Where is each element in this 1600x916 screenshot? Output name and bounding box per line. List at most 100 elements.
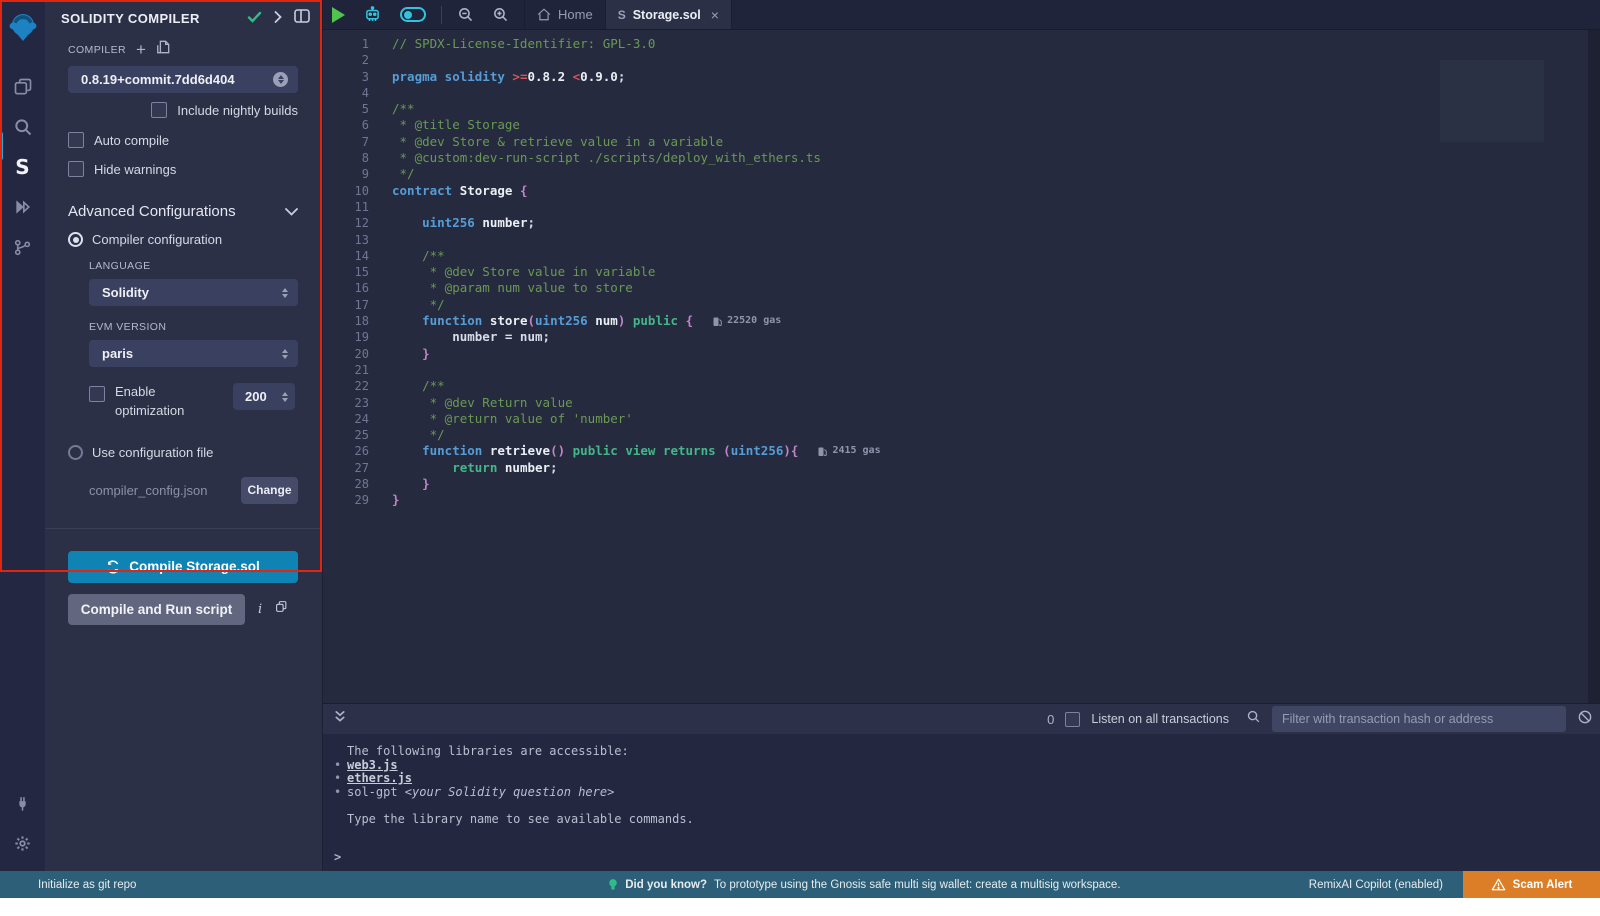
terminal-line: [334, 799, 1600, 813]
solidity-compiler-icon[interactable]: S: [0, 147, 45, 187]
transaction-filter-input[interactable]: [1272, 706, 1566, 732]
code-line[interactable]: 3pragma solidity >=0.8.2 <0.9.0;: [323, 69, 1600, 85]
hide-warnings-checkbox[interactable]: [68, 161, 84, 177]
remix-ide-screen: S: [0, 0, 1600, 916]
include-nightly-checkbox[interactable]: [151, 102, 167, 118]
compiler-version-select[interactable]: 0.8.19+commit.7dd6d404: [68, 66, 298, 93]
compile-button[interactable]: Compile Storage.sol: [68, 551, 298, 583]
code-line[interactable]: 9 */: [323, 166, 1600, 182]
compiler-configuration-radio[interactable]: [68, 232, 83, 247]
info-icon[interactable]: i: [258, 602, 262, 617]
use-configuration-file-radio[interactable]: [68, 445, 83, 460]
language-select[interactable]: Solidity: [89, 279, 298, 306]
close-tab-icon[interactable]: ×: [711, 7, 719, 23]
terminal-library-link[interactable]: web3.js: [347, 758, 398, 772]
language-value: Solidity: [102, 285, 282, 300]
code-line[interactable]: 24 * @return value of 'number': [323, 411, 1600, 427]
listen-transactions-checkbox[interactable]: [1065, 712, 1080, 727]
ai-copilot-robot-icon[interactable]: [354, 0, 391, 29]
minimap[interactable]: [1446, 64, 1538, 139]
pin-panel-icon[interactable]: [294, 9, 310, 28]
code-line[interactable]: 10contract Storage {: [323, 183, 1600, 199]
deploy-and-run-icon[interactable]: [0, 187, 45, 227]
code-line[interactable]: 14 /**: [323, 248, 1600, 264]
tab-home[interactable]: Home: [524, 0, 606, 29]
code-line[interactable]: 5/**: [323, 101, 1600, 117]
copy-icon[interactable]: [275, 600, 288, 618]
code-line[interactable]: 28 }: [323, 476, 1600, 492]
code-line[interactable]: 22 /**: [323, 378, 1600, 394]
code-line[interactable]: 7 * @dev Store & retrieve value in a var…: [323, 134, 1600, 150]
code-line[interactable]: 19 number = num;: [323, 329, 1600, 345]
terminal-prompt[interactable]: >: [334, 850, 341, 864]
git-init-status[interactable]: Initialize as git repo: [0, 879, 420, 891]
advanced-configurations-toggle[interactable]: Advanced Configurations: [68, 203, 298, 220]
gas-estimate-badge: 22520 gas: [713, 313, 781, 329]
add-compiler-icon[interactable]: +: [136, 45, 146, 55]
terminal[interactable]: •The following libraries are accessible:…: [323, 734, 1600, 871]
panel-divider: [45, 528, 322, 529]
code-line[interactable]: 13: [323, 232, 1600, 248]
code-line[interactable]: 15 * @dev Store value in variable: [323, 264, 1600, 280]
config-file-name: compiler_config.json: [89, 483, 241, 498]
chevron-down-icon: [285, 208, 298, 216]
code-line[interactable]: 23 * @dev Return value: [323, 395, 1600, 411]
code-line[interactable]: 26 function retrieve() public view retur…: [323, 443, 1600, 459]
copilot-status[interactable]: RemixAI Copilot (enabled): [1309, 879, 1443, 891]
lightbulb-icon: [608, 878, 618, 892]
code-line[interactable]: 25 */: [323, 427, 1600, 443]
auto-compile-checkbox[interactable]: [68, 132, 84, 148]
collapse-terminal-icon[interactable]: [323, 710, 346, 728]
file-explorer-icon[interactable]: [0, 67, 45, 107]
optimization-runs-input[interactable]: 200: [233, 383, 295, 410]
app-window: S: [0, 0, 1600, 898]
code-line[interactable]: 21: [323, 362, 1600, 378]
hide-warnings-label: Hide warnings: [94, 162, 176, 177]
code-line[interactable]: 29}: [323, 492, 1600, 508]
compile-button-label: Compile Storage.sol: [129, 559, 260, 574]
code-line[interactable]: 8 * @custom:dev-run-script ./scripts/dep…: [323, 150, 1600, 166]
plugin-manager-icon[interactable]: [0, 783, 45, 823]
compiler-label: COMPILER: [68, 44, 126, 56]
compile-and-run-button[interactable]: Compile and Run script: [68, 594, 245, 625]
enable-optimization-checkbox[interactable]: [89, 386, 105, 402]
code-line[interactable]: 18 function store(uint256 num) public {2…: [323, 313, 1600, 329]
copilot-toggle[interactable]: [391, 0, 435, 29]
code-line[interactable]: 16 * @param num value to store: [323, 280, 1600, 296]
remix-logo-icon[interactable]: [0, 7, 45, 47]
terminal-header: 0 Listen on all transactions: [323, 703, 1600, 734]
code-line[interactable]: 20 }: [323, 346, 1600, 362]
tab-storage-sol[interactable]: S Storage.sol ×: [606, 0, 732, 29]
code-line[interactable]: 17 */: [323, 297, 1600, 313]
auto-compile-label: Auto compile: [94, 133, 169, 148]
include-nightly-label: Include nightly builds: [177, 103, 298, 118]
run-script-play-button[interactable]: [323, 0, 354, 29]
terminal-search-icon: [1246, 709, 1261, 729]
change-config-button[interactable]: Change: [241, 477, 298, 504]
code-line[interactable]: 2: [323, 52, 1600, 68]
solidity-compiler-panel: SOLIDITY COMPILER COMPILER +: [45, 0, 322, 871]
warning-triangle-icon: [1491, 878, 1506, 891]
code-line[interactable]: 27 return number;: [323, 460, 1600, 476]
code-line[interactable]: 6 * @title Storage: [323, 117, 1600, 133]
settings-gear-icon[interactable]: [0, 823, 45, 863]
code-line[interactable]: 4: [323, 85, 1600, 101]
terminal-library-link[interactable]: ethers.js: [347, 771, 412, 785]
zoom-out-icon[interactable]: [448, 0, 483, 29]
scam-alert-button[interactable]: Scam Alert: [1463, 871, 1600, 898]
use-configuration-file-label: Use configuration file: [92, 445, 213, 460]
open-compiler-file-icon[interactable]: [156, 40, 170, 59]
clear-console-icon[interactable]: [1577, 709, 1593, 730]
code-line[interactable]: 12 uint256 number;: [323, 215, 1600, 231]
git-icon[interactable]: [0, 227, 45, 267]
chevron-right-icon[interactable]: [274, 10, 282, 28]
compiler-configuration-label: Compiler configuration: [92, 232, 222, 247]
code-editor[interactable]: 1// SPDX-License-Identifier: GPL-3.023pr…: [323, 30, 1600, 703]
code-line[interactable]: 11: [323, 199, 1600, 215]
search-icon[interactable]: [0, 107, 45, 147]
zoom-in-icon[interactable]: [483, 0, 518, 29]
code-line[interactable]: 1// SPDX-License-Identifier: GPL-3.0: [323, 36, 1600, 52]
tab-storage-label: Storage.sol: [633, 8, 701, 22]
evm-version-select[interactable]: paris: [89, 340, 298, 367]
editor-scrollbar[interactable]: [1588, 30, 1600, 703]
